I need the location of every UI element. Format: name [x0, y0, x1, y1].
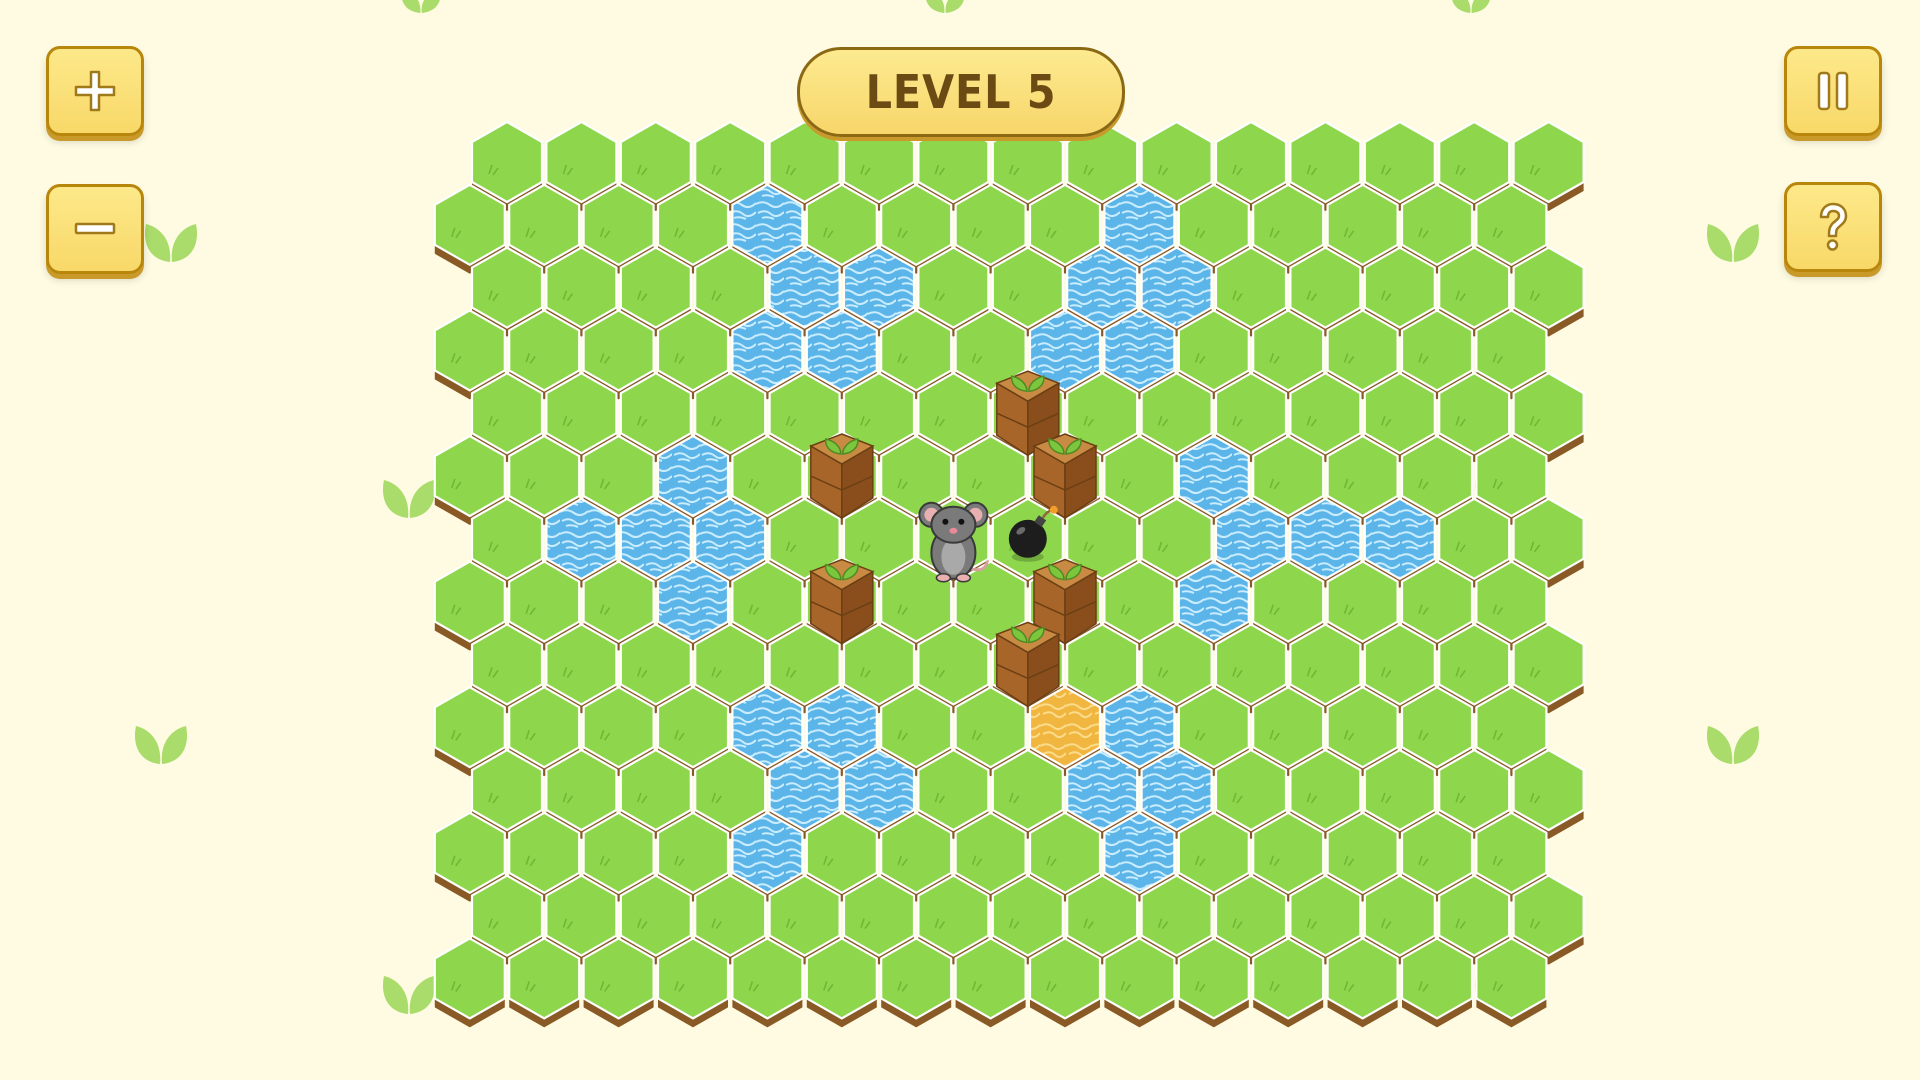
hex-tile-grass[interactable] — [954, 937, 1027, 1028]
hex-tile-grass[interactable] — [433, 937, 506, 1028]
plus-icon — [74, 70, 116, 112]
hex-tile-grass[interactable] — [508, 937, 581, 1028]
question-icon — [1819, 202, 1848, 251]
hex-tile-grass[interactable] — [656, 937, 730, 1028]
hex-tile-grass[interactable] — [880, 937, 953, 1028]
zoom-in-button[interactable] — [46, 46, 144, 136]
hex-tile-grass[interactable] — [1400, 937, 1474, 1028]
minus-icon — [74, 222, 116, 235]
hex-tile-grass[interactable] — [1177, 937, 1250, 1028]
hex-tile-grass[interactable] — [1326, 937, 1399, 1028]
hex-tile-grass[interactable] — [805, 937, 878, 1028]
hex-tile-grass[interactable] — [1252, 937, 1325, 1028]
zoom-out-button[interactable] — [46, 184, 144, 274]
hex-tile-grass[interactable] — [582, 937, 655, 1028]
hex-game-board[interactable] — [0, 0, 1920, 1080]
help-button[interactable] — [1784, 182, 1882, 272]
hex-tile-grass[interactable] — [1475, 937, 1548, 1028]
pause-icon — [1817, 71, 1849, 111]
pause-button[interactable] — [1784, 46, 1882, 136]
hex-tile-grass[interactable] — [1103, 937, 1176, 1028]
level-banner: LEVEL 5 — [797, 47, 1125, 137]
hex-tile-grass[interactable] — [731, 937, 804, 1028]
level-title: LEVEL 5 — [865, 65, 1057, 119]
hex-tile-grass[interactable] — [1028, 937, 1102, 1028]
